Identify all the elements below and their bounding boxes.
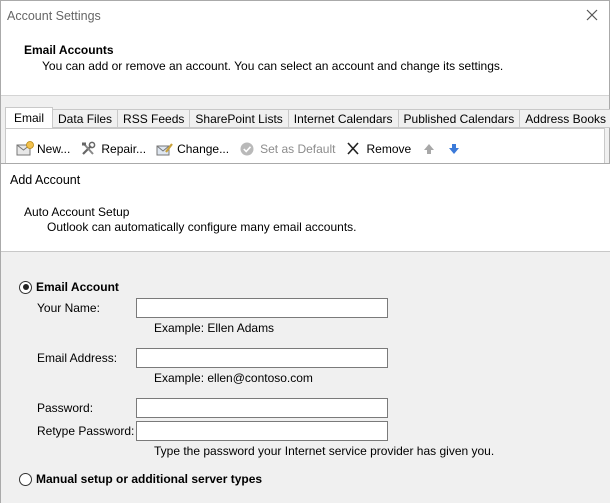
tab-data-files[interactable]: Data Files [53, 109, 119, 128]
tab-strip: Email Data Files RSS Feeds SharePoint Li… [5, 107, 610, 129]
tab-rss-feeds[interactable]: RSS Feeds [118, 109, 191, 128]
arrow-down-icon [449, 144, 460, 154]
retype-password-input[interactable] [136, 421, 388, 441]
manual-setup-radio-label: Manual setup or additional server types [36, 472, 263, 486]
window-title: Account Settings [7, 9, 101, 23]
set-as-default-button[interactable]: Set as Default [239, 139, 335, 159]
add-account-titlebar: Add Account [1, 164, 610, 194]
remove-button[interactable]: Remove [345, 139, 411, 159]
repair-tools-icon [82, 141, 96, 155]
set-as-default-label: Set as Default [260, 142, 336, 156]
auto-setup-header: Auto Account Setup Outlook can automatic… [1, 194, 610, 252]
checkmark-circle-icon [240, 142, 254, 156]
auto-setup-description: Outlook can automatically configure many… [47, 220, 357, 234]
tab-published-calendars[interactable]: Published Calendars [398, 109, 521, 128]
manual-setup-radio[interactable] [19, 472, 32, 486]
email-account-radio[interactable] [19, 280, 32, 294]
tab-address-books[interactable]: Address Books [520, 109, 610, 128]
tab-sharepoint-lists[interactable]: SharePoint Lists [190, 109, 289, 128]
retype-password-label: Retype Password: [37, 424, 135, 438]
password-input[interactable] [136, 398, 388, 418]
add-account-dialog: Add Account Auto Account Setup Outlook c… [0, 163, 610, 503]
password-label: Password: [37, 401, 94, 415]
change-account-icon [156, 143, 173, 156]
email-account-radio-label: Email Account [36, 280, 119, 294]
account-settings-header: Email Accounts You can add or remove an … [1, 31, 609, 95]
new-button[interactable]: New... [16, 139, 70, 159]
email-address-hint: Example: ellen@contoso.com [154, 371, 313, 385]
section-description: You can add or remove an account. You ca… [42, 59, 504, 73]
your-name-hint: Example: Ellen Adams [154, 321, 275, 335]
tab-email[interactable]: Email [5, 107, 54, 129]
section-heading: Email Accounts [24, 43, 114, 57]
dialog-title: Add Account [10, 173, 81, 187]
email-tab-panel: New... Repair... Change... Set as Defaul… [5, 128, 605, 168]
account-toolbar: New... Repair... Change... Set as Defaul… [16, 139, 477, 159]
new-account-icon [16, 141, 34, 156]
move-down-button[interactable] [446, 139, 467, 159]
email-account-radio-row[interactable]: Email Account [19, 280, 119, 294]
password-hint: Type the password your Internet service … [154, 444, 495, 458]
new-button-label: New... [37, 142, 71, 156]
your-name-label: Your Name: [37, 301, 100, 315]
change-button-label: Change... [177, 142, 230, 156]
your-name-input[interactable] [136, 298, 388, 318]
remove-x-icon [347, 142, 360, 155]
change-button[interactable]: Change... [156, 139, 229, 159]
tab-internet-calendars[interactable]: Internet Calendars [288, 109, 399, 128]
close-icon[interactable] [585, 8, 599, 22]
manual-setup-radio-row[interactable]: Manual setup or additional server types [19, 472, 262, 486]
email-address-label: Email Address: [37, 351, 118, 365]
account-settings-body: Email Data Files RSS Feeds SharePoint Li… [1, 96, 610, 168]
arrow-up-icon [424, 144, 435, 154]
repair-button[interactable]: Repair... [80, 139, 146, 159]
repair-button-label: Repair... [101, 142, 147, 156]
move-up-button[interactable] [421, 139, 442, 159]
auto-setup-heading: Auto Account Setup [24, 205, 130, 219]
remove-button-label: Remove [366, 142, 412, 156]
account-settings-window: Account Settings Email Accounts You can … [0, 0, 610, 168]
email-address-input[interactable] [136, 348, 388, 368]
